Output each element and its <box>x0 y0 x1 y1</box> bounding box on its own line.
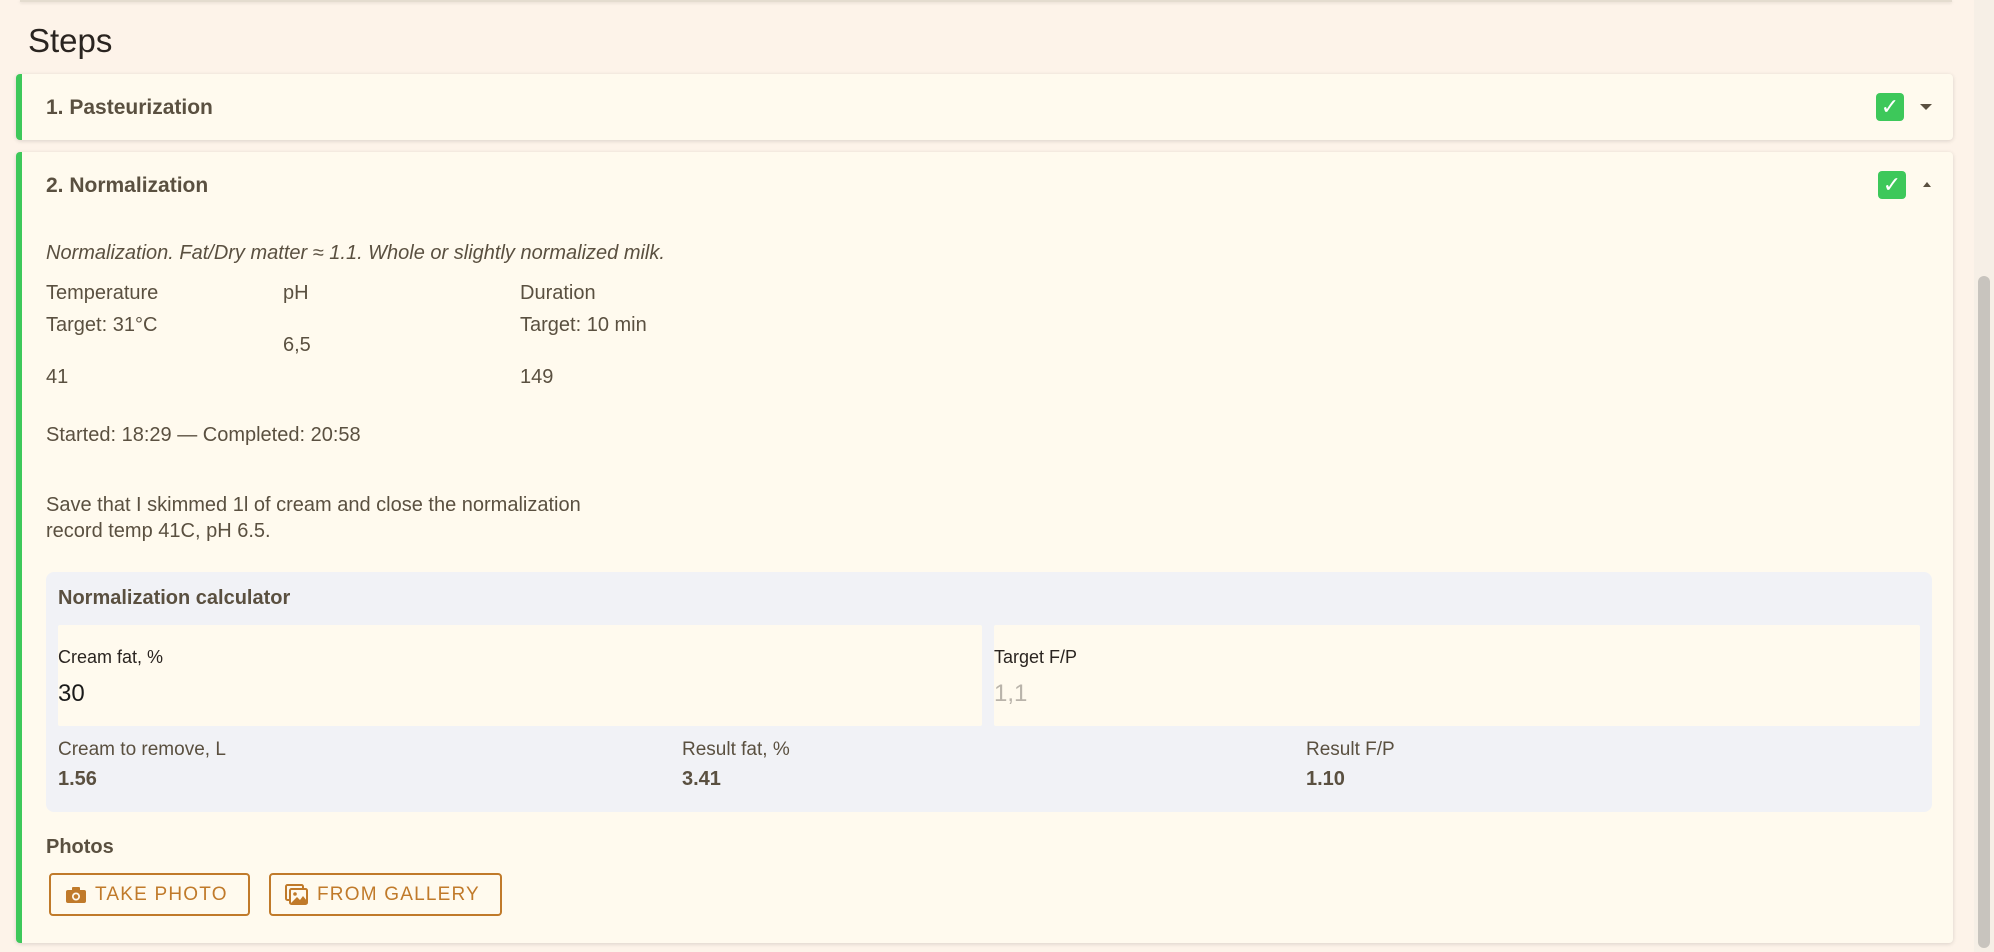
take-photo-button[interactable]: TAKE PHOTO <box>49 873 250 916</box>
step-note: Save that I skimmed 1l of cream and clos… <box>46 492 666 544</box>
target-fp-label: Target F/P <box>994 647 1078 667</box>
duration-label: Duration <box>520 282 596 304</box>
temperature-measured[interactable]: 41 <box>46 366 68 389</box>
step-card-pasteurization[interactable]: 1. Pasteurization ✓ <box>16 74 1953 140</box>
take-photo-label: TAKE PHOTO <box>95 883 228 905</box>
temperature-label: Temperature <box>46 282 159 304</box>
photos-label: Photos <box>46 836 114 858</box>
temperature-target: Target: 31°C <box>46 314 158 336</box>
step-card-normalization: 2. Normalization ✓ Normalization. Fat/Dr… <box>16 152 1953 943</box>
from-gallery-button[interactable]: FROM GALLERY <box>269 873 502 916</box>
ph-label: pH <box>283 282 309 304</box>
ph-value[interactable]: 6,5 <box>283 334 311 357</box>
from-gallery-label: FROM GALLERY <box>317 883 480 905</box>
cream-to-remove-label: Cream to remove, L <box>58 739 226 760</box>
cream-fat-field[interactable]: Cream fat, % <box>58 625 982 726</box>
step-title: 1. Pasteurization <box>46 96 213 119</box>
target-fp-input[interactable] <box>994 677 1920 711</box>
cream-fat-input[interactable] <box>58 677 982 711</box>
recipe-steps-page: Steps 1. Pasteurization ✓ 2. Normalizati… <box>0 0 1994 952</box>
result-fp-value: 1.10 <box>1306 768 1345 790</box>
step-title: 2. Normalization <box>46 174 209 197</box>
duration-target: Target: 10 min <box>520 314 647 336</box>
cream-to-remove-value: 1.56 <box>58 768 97 790</box>
completed-check-icon[interactable]: ✓ <box>1878 171 1906 199</box>
step-header-normalization[interactable]: 2. Normalization ✓ <box>22 152 1953 218</box>
duration-measured[interactable]: 149 <box>520 366 553 389</box>
result-fat-value: 3.41 <box>682 768 721 790</box>
normalization-calculator: Normalization calculator Cream fat, % Ta… <box>46 572 1932 812</box>
result-fp-label: Result F/P <box>1306 739 1395 760</box>
step-header-pasteurization[interactable]: 1. Pasteurization ✓ <box>22 74 1953 140</box>
result-fat-label: Result fat, % <box>682 739 790 760</box>
step-note-line-2: record temp 41C, pH 6.5. <box>46 520 271 542</box>
camera-icon <box>66 886 86 903</box>
step-note-line-1: Save that I skimmed 1l of cream and clos… <box>46 494 581 516</box>
chevron-down-icon[interactable] <box>1920 104 1932 110</box>
scrollbar-thumb[interactable] <box>1978 276 1990 948</box>
gallery-icon <box>285 883 308 905</box>
calculator-title: Normalization calculator <box>58 587 291 609</box>
cream-fat-label: Cream fat, % <box>58 647 164 667</box>
completed-check-icon[interactable]: ✓ <box>1876 93 1904 121</box>
previous-card-edge <box>20 0 1952 2</box>
steps-section-title: Steps <box>28 22 113 59</box>
target-fp-field[interactable]: Target F/P <box>994 625 1920 726</box>
step-description: Normalization. Fat/Dry matter ≈ 1.1. Who… <box>46 242 665 264</box>
chevron-up-icon[interactable] <box>1923 182 1931 187</box>
step-times: Started: 18:29 — Completed: 20:58 <box>46 424 361 446</box>
